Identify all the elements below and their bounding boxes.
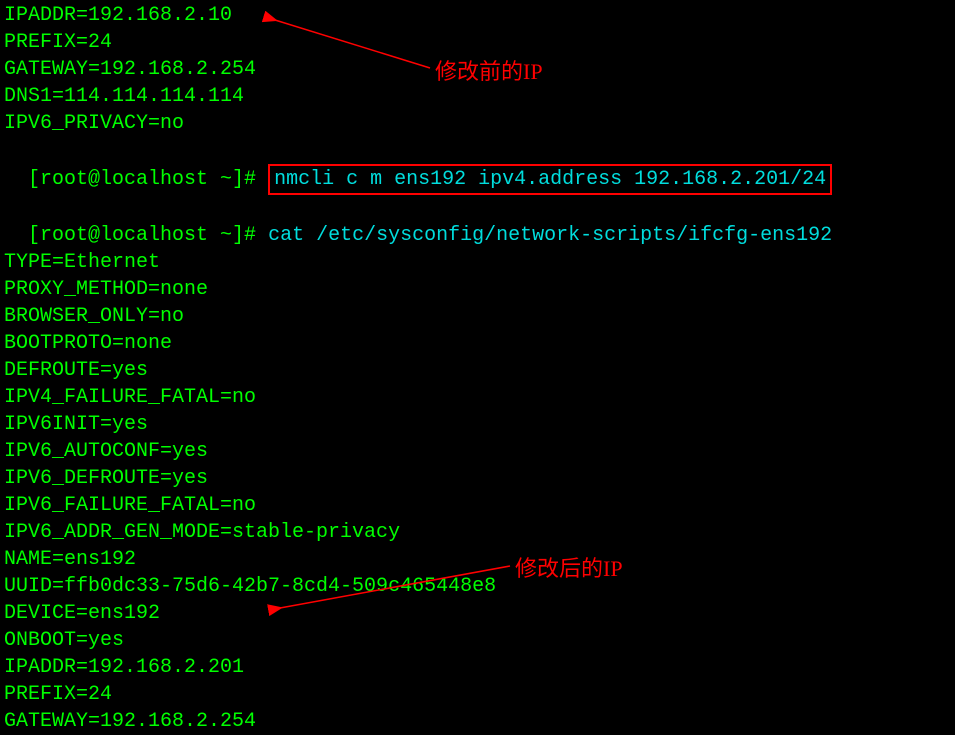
config-line-ipv6addrgenmode: IPV6_ADDR_GEN_MODE=stable-privacy <box>4 519 955 546</box>
config-line-ipv6failurefatal: IPV6_FAILURE_FATAL=no <box>4 492 955 519</box>
config-line-bootproto: BOOTPROTO=none <box>4 330 955 357</box>
config-line-ipv4failurefatal: IPV4_FAILURE_FATAL=no <box>4 384 955 411</box>
config-line-dns1: DNS1=114.114.114.114 <box>4 83 955 110</box>
shell-prompt: [root@localhost ~]# <box>28 224 268 247</box>
config-line-ipv6init: IPV6INIT=yes <box>4 411 955 438</box>
config-line-proxymethod: PROXY_METHOD=none <box>4 276 955 303</box>
config-line-onboot: ONBOOT=yes <box>4 627 955 654</box>
command-line-cat[interactable]: [root@localhost ~]# cat /etc/sysconfig/n… <box>4 195 955 249</box>
config-line-gateway-after: GATEWAY=192.168.2.254 <box>4 708 955 735</box>
config-line-ipaddr-after: IPADDR=192.168.2.201 <box>4 654 955 681</box>
config-line-uuid: UUID=ffb0dc33-75d6-42b7-8cd4-509c465448e… <box>4 573 955 600</box>
config-line-type: TYPE=Ethernet <box>4 249 955 276</box>
config-line-prefix-before: PREFIX=24 <box>4 29 955 56</box>
command-line-nmcli[interactable]: [root@localhost ~]# nmcli c m ens192 ipv… <box>4 137 955 195</box>
nmcli-command: nmcli c m ens192 ipv4.address 192.168.2.… <box>274 168 826 191</box>
config-line-browseronly: BROWSER_ONLY=no <box>4 303 955 330</box>
cat-command: cat /etc/sysconfig/network-scripts/ifcfg… <box>268 224 832 247</box>
annotation-before-ip: 修改前的IP <box>435 58 543 85</box>
config-line-prefix-after: PREFIX=24 <box>4 681 955 708</box>
config-line-defroute: DEFROUTE=yes <box>4 357 955 384</box>
shell-prompt: [root@localhost ~]# <box>28 168 268 191</box>
config-line-device: DEVICE=ens192 <box>4 600 955 627</box>
highlighted-command-box: nmcli c m ens192 ipv4.address 192.168.2.… <box>268 164 832 195</box>
annotation-after-ip: 修改后的IP <box>515 555 623 582</box>
config-line-ipv6autoconf: IPV6_AUTOCONF=yes <box>4 438 955 465</box>
config-line-ipaddr-before: IPADDR=192.168.2.10 <box>4 2 955 29</box>
config-line-ipv6privacy: IPV6_PRIVACY=no <box>4 110 955 137</box>
config-line-name: NAME=ens192 <box>4 546 955 573</box>
config-line-ipv6defroute: IPV6_DEFROUTE=yes <box>4 465 955 492</box>
